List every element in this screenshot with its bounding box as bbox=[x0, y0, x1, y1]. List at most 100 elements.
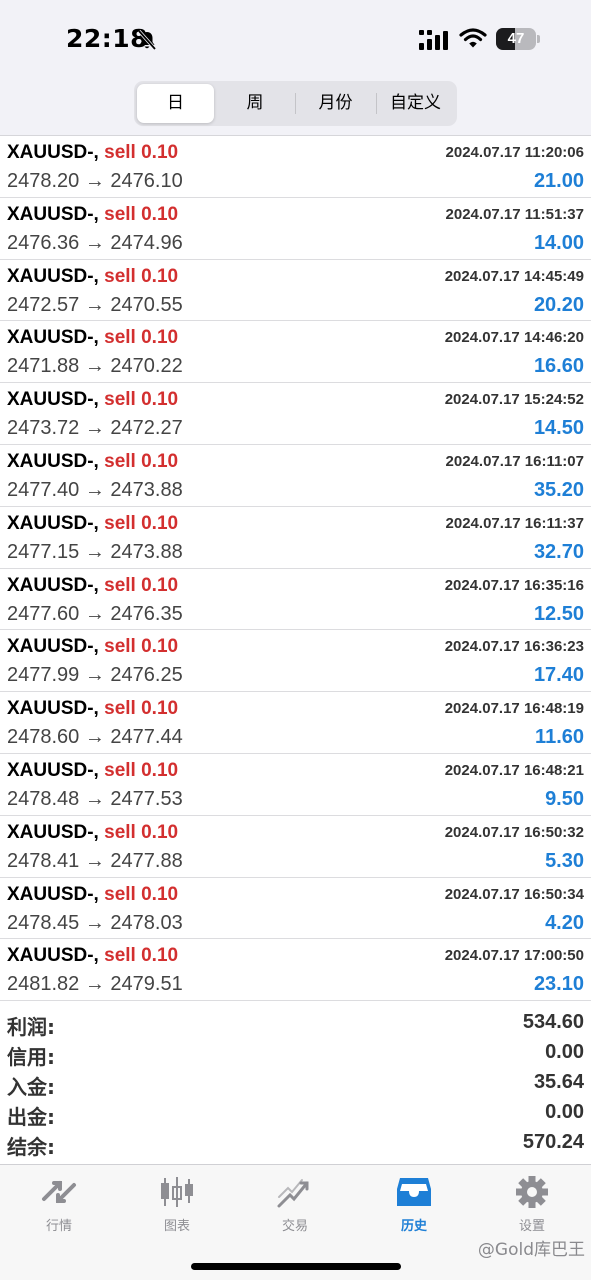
trade-row[interactable]: XAUUSD-, sell 0.10 2024.07.17 16:48:19 2… bbox=[0, 692, 591, 754]
account-summary: 利润: 534.60 信用: 0.00 入金: 35.64 出金: 0.00 结… bbox=[0, 1009, 591, 1159]
trade-prices: 2478.48 → 2477.53 bbox=[7, 787, 183, 810]
summary-row-profit: 利润: 534.60 bbox=[0, 1009, 591, 1039]
trade-prices: 2477.40 → 2473.88 bbox=[7, 478, 183, 501]
trade-side: sell 0.10 bbox=[104, 883, 179, 905]
trade-time: 2024.07.17 14:45:49 bbox=[444, 267, 584, 285]
trade-row[interactable]: XAUUSD-, sell 0.10 2024.07.17 15:24:52 2… bbox=[0, 383, 591, 445]
trade-symbol: XAUUSD-, bbox=[7, 698, 99, 720]
trade-symbol-line: XAUUSD-, sell 0.10 bbox=[7, 327, 178, 349]
trade-history-list: XAUUSD-, sell 0.10 2024.07.17 11:20:06 2… bbox=[0, 136, 591, 1002]
summary-value: 35.64 bbox=[533, 1071, 584, 1093]
trade-row[interactable]: XAUUSD-, sell 0.10 2024.07.17 16:35:16 2… bbox=[0, 569, 591, 631]
trade-side: sell 0.10 bbox=[104, 389, 179, 411]
trade-row[interactable]: XAUUSD-, sell 0.10 2024.07.17 16:11:37 2… bbox=[0, 507, 591, 569]
trade-time: 2024.07.17 16:48:19 bbox=[444, 700, 584, 718]
trade-profit: 32.70 bbox=[533, 540, 584, 563]
tab-quotes-label: 行情 bbox=[45, 1219, 72, 1234]
settings-icon bbox=[516, 1176, 548, 1208]
trade-row[interactable]: XAUUSD-, sell 0.10 2024.07.17 16:50:34 2… bbox=[0, 878, 591, 940]
trade-time: 2024.07.17 14:46:20 bbox=[444, 329, 584, 347]
trade-row[interactable]: XAUUSD-, sell 0.10 2024.07.17 14:45:49 2… bbox=[0, 260, 591, 322]
trade-side: sell 0.10 bbox=[104, 512, 179, 534]
trade-side: sell 0.10 bbox=[104, 574, 179, 596]
trade-symbol: XAUUSD-, bbox=[7, 389, 99, 411]
tab-settings[interactable]: 设置 bbox=[473, 1175, 591, 1237]
trade-row[interactable]: XAUUSD-, sell 0.10 2024.07.17 17:00:50 2… bbox=[0, 939, 591, 1002]
trade-profit: 14.50 bbox=[533, 417, 584, 440]
trade-symbol-line: XAUUSD-, sell 0.10 bbox=[7, 451, 178, 473]
trade-profit: 5.30 bbox=[545, 849, 584, 872]
trade-prices: 2478.60 → 2477.44 bbox=[7, 726, 183, 749]
trade-profit: 23.10 bbox=[533, 973, 584, 996]
trade-row[interactable]: XAUUSD-, sell 0.10 2024.07.17 16:48:21 2… bbox=[0, 754, 591, 816]
segment-day[interactable]: 日 bbox=[137, 84, 214, 123]
trade-profit: 11.60 bbox=[535, 726, 584, 749]
trade-symbol: XAUUSD-, bbox=[7, 945, 99, 967]
trade-prices: 2477.60 → 2476.35 bbox=[7, 602, 183, 625]
trade-symbol: XAUUSD-, bbox=[7, 265, 99, 287]
trade-side: sell 0.10 bbox=[104, 698, 179, 720]
trade-profit: 9.50 bbox=[545, 787, 584, 810]
trade-symbol-line: XAUUSD-, sell 0.10 bbox=[7, 822, 178, 844]
trade-symbol-line: XAUUSD-, sell 0.10 bbox=[7, 266, 178, 288]
trade-row[interactable]: XAUUSD-, sell 0.10 2024.07.17 11:51:37 2… bbox=[0, 198, 591, 260]
segment-custom[interactable]: 自定义 bbox=[377, 84, 454, 123]
chart-icon bbox=[161, 1177, 193, 1207]
trade-side: sell 0.10 bbox=[104, 945, 179, 967]
trade-symbol: XAUUSD-, bbox=[7, 512, 99, 534]
trade-row[interactable]: XAUUSD-, sell 0.10 2024.07.17 14:46:20 2… bbox=[0, 321, 591, 384]
trade-time: 2024.07.17 16:36:23 bbox=[444, 638, 584, 656]
trade-side: sell 0.10 bbox=[104, 203, 179, 225]
cellular-signal-icon bbox=[419, 30, 448, 50]
trade-symbol: XAUUSD-, bbox=[7, 450, 99, 472]
trade-symbol-line: XAUUSD-, sell 0.10 bbox=[7, 760, 178, 782]
tab-settings-label: 设置 bbox=[518, 1219, 545, 1234]
trade-row[interactable]: XAUUSD-, sell 0.10 2024.07.17 11:20:06 2… bbox=[0, 136, 591, 198]
trade-profit: 17.40 bbox=[533, 664, 584, 687]
trade-time: 2024.07.17 16:11:37 bbox=[445, 514, 584, 532]
tab-quotes[interactable]: 行情 bbox=[0, 1175, 118, 1237]
summary-row-withdrawal: 出金: 0.00 bbox=[0, 1099, 591, 1129]
tab-trade[interactable]: 交易 bbox=[236, 1175, 354, 1237]
trade-symbol-line: XAUUSD-, sell 0.10 bbox=[7, 513, 178, 535]
trade-prices: 2471.88 → 2470.22 bbox=[7, 355, 183, 378]
trade-symbol-line: XAUUSD-, sell 0.10 bbox=[7, 945, 178, 967]
trade-time: 2024.07.17 11:51:37 bbox=[445, 205, 584, 223]
trade-time: 2024.07.17 16:11:07 bbox=[445, 452, 584, 470]
home-indicator[interactable] bbox=[191, 1263, 401, 1270]
trade-time: 2024.07.17 16:48:21 bbox=[444, 761, 584, 779]
trade-row[interactable]: XAUUSD-, sell 0.10 2024.07.17 16:36:23 2… bbox=[0, 630, 591, 693]
trade-symbol-line: XAUUSD-, sell 0.10 bbox=[7, 575, 178, 597]
segment-week[interactable]: 周 bbox=[216, 84, 294, 123]
trade-side: sell 0.10 bbox=[104, 821, 179, 843]
segment-month[interactable]: 月份 bbox=[296, 84, 375, 123]
trade-symbol: XAUUSD-, bbox=[7, 142, 99, 163]
trade-profit: 4.20 bbox=[545, 911, 584, 934]
trade-symbol: XAUUSD-, bbox=[7, 759, 99, 781]
tab-history[interactable]: 历史 bbox=[355, 1175, 473, 1237]
trade-symbol-line: XAUUSD-, sell 0.10 bbox=[7, 884, 178, 906]
trade-symbol: XAUUSD-, bbox=[7, 203, 99, 225]
quotes-icon bbox=[42, 1181, 76, 1203]
tab-chart[interactable]: 图表 bbox=[118, 1175, 236, 1237]
tab-history-label: 历史 bbox=[400, 1219, 427, 1234]
trade-profit: 20.20 bbox=[533, 293, 584, 316]
trade-icon bbox=[277, 1179, 309, 1208]
trade-profit: 14.00 bbox=[533, 231, 584, 254]
summary-label: 信用: bbox=[7, 1045, 55, 1069]
trade-row[interactable]: XAUUSD-, sell 0.10 2024.07.17 16:50:32 2… bbox=[0, 816, 591, 878]
trade-side: sell 0.10 bbox=[104, 327, 179, 349]
trade-side: sell 0.10 bbox=[104, 265, 179, 287]
summary-value: 0.00 bbox=[545, 1101, 584, 1123]
trade-symbol: XAUUSD-, bbox=[7, 636, 99, 658]
trade-symbol: XAUUSD-, bbox=[7, 821, 99, 843]
tab-trade-label: 交易 bbox=[281, 1219, 308, 1234]
trade-row[interactable]: XAUUSD-, sell 0.10 2024.07.17 16:11:07 2… bbox=[0, 445, 591, 507]
trade-profit: 16.60 bbox=[533, 355, 584, 378]
summary-label: 利润: bbox=[7, 1015, 55, 1039]
trade-symbol-line: XAUUSD-, sell 0.10 bbox=[7, 142, 178, 164]
trade-symbol-line: XAUUSD-, sell 0.10 bbox=[7, 204, 178, 226]
header: 22:18 47 日 周 月份 自定义 bbox=[0, 0, 591, 136]
tab-chart-label: 图表 bbox=[163, 1219, 190, 1234]
wifi-icon bbox=[459, 28, 487, 48]
